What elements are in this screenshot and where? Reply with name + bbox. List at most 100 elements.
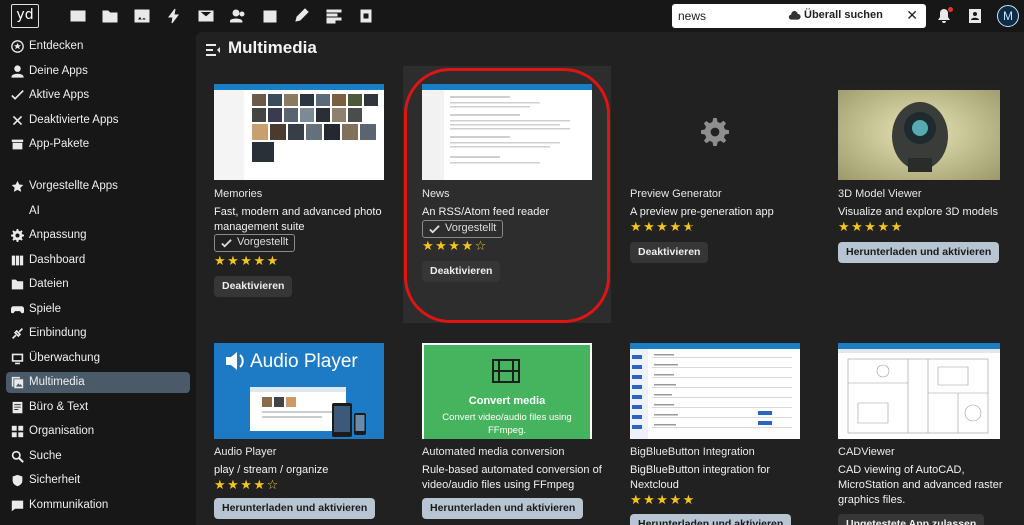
sidebar-item-label: Überwachung <box>29 352 100 364</box>
sidebar-item-label: Multimedia <box>29 376 85 388</box>
photos-icon[interactable] <box>134 8 150 24</box>
deactivate-button[interactable]: Deaktivieren <box>214 276 293 297</box>
sidebar-item-vorgestellte-apps[interactable]: Vorgestellte Apps <box>6 176 190 197</box>
star-icon <box>11 180 24 193</box>
sidebar-item-anpassung[interactable]: Anpassung <box>6 225 190 246</box>
app-card-audio-player[interactable]: Audio Player Audio Player play / stream … <box>214 343 410 525</box>
sidebar-item-kommunikation[interactable]: Kommunikation <box>6 495 190 516</box>
featured-badge: Vorgestellt <box>214 234 296 252</box>
sidebar-item-label: Entdecken <box>29 40 84 52</box>
sidebar-item-label: Organisation <box>29 425 95 437</box>
contacts-menu-icon[interactable] <box>967 8 983 24</box>
allow-untested-app-button[interactable]: Ungetestete App zulassen <box>838 514 985 525</box>
shield-icon <box>11 474 24 487</box>
sidebar-item-app-pakete[interactable]: App-Pakete <box>6 134 190 155</box>
package-icon <box>11 138 24 151</box>
download-enable-button[interactable]: Herunterladen und aktivieren <box>630 514 792 525</box>
sidebar-item-entdecken[interactable]: Entdecken <box>6 36 190 57</box>
app-screenshot: Convert media Convert video/audio files … <box>422 343 592 439</box>
sidebar-item-organisation[interactable]: Organisation <box>6 421 190 442</box>
rating-stars: ★★★★★ <box>838 219 904 234</box>
chat-icon <box>11 499 24 512</box>
featured-label: Vorgestellt <box>237 236 289 248</box>
sidebar-item-deine-apps[interactable]: Deine Apps <box>6 61 190 82</box>
search-global-button[interactable]: Überall suchen <box>788 9 883 21</box>
sidebar-item-deaktivierte-apps[interactable]: Deaktivierte Apps <box>6 110 190 131</box>
app-name: Automated media conversion <box>422 446 565 458</box>
app-card-preview-generator[interactable]: Preview Generator A preview pre-generati… <box>630 84 826 304</box>
avatar[interactable]: M <box>997 5 1019 27</box>
dashboard-icon <box>11 254 24 267</box>
search-box[interactable]: Überall suchen ✕ <box>672 4 926 28</box>
app-name: CADViewer <box>838 446 895 458</box>
app-card-automated-media-conversion[interactable]: Convert media Convert video/audio files … <box>422 343 618 525</box>
film-icon <box>492 359 520 383</box>
app-card-bigbluebutton[interactable]: BigBlueButton Integration BigBlueButton … <box>630 343 826 525</box>
app-screenshot <box>630 343 800 439</box>
sidebar-item-label: Anpassung <box>29 229 87 241</box>
app-name: Preview Generator <box>630 188 722 200</box>
sidebar-item-dateien[interactable]: Dateien <box>6 274 190 295</box>
sidebar-item-label: Spiele <box>29 303 61 315</box>
sidebar-item-multimedia[interactable]: Multimedia <box>6 372 190 393</box>
activity-icon[interactable] <box>166 8 182 24</box>
close-icon <box>11 114 24 127</box>
notes-icon[interactable] <box>294 8 310 24</box>
multimedia-icon <box>11 376 24 389</box>
app-description: A preview pre-generation app <box>630 206 774 218</box>
deactivate-button[interactable]: Deaktivieren <box>630 242 709 263</box>
sidebar-item-label: Suche <box>29 450 62 462</box>
sidebar-item-spiele[interactable]: Spiele <box>6 299 190 320</box>
logo[interactable]: yd <box>11 4 39 28</box>
rating-stars: ★★★★★☆ <box>630 219 694 234</box>
app-description: Rule-based automated conversion of video… <box>422 464 602 491</box>
sidebar-item-label: Aktive Apps <box>29 89 90 101</box>
sidebar-item-einbindung[interactable]: Einbindung <box>6 323 190 344</box>
files-icon[interactable] <box>102 8 118 24</box>
notifications-icon[interactable] <box>936 7 953 24</box>
dashboard-icon[interactable] <box>70 8 86 24</box>
app-card-cadviewer[interactable]: CADViewer CAD viewing of AutoCAD, MicroS… <box>838 343 1024 525</box>
sidebar-item-label: Deine Apps <box>29 65 88 77</box>
app-name: Memories <box>214 188 263 200</box>
search-input[interactable] <box>678 8 798 24</box>
sidebar-item-ueberwachung[interactable]: Überwachung <box>6 348 190 369</box>
menu-toggle-icon[interactable] <box>206 43 220 56</box>
app-screenshot <box>838 84 1000 180</box>
app-name: Audio Player <box>214 446 277 458</box>
folder-icon <box>11 278 24 291</box>
gear-icon <box>701 118 729 146</box>
sidebar-item-suche[interactable]: Suche <box>6 446 190 467</box>
check-icon <box>11 89 24 102</box>
app-name: 3D Model Viewer <box>838 188 922 200</box>
sidebar-item-aktive-apps[interactable]: Aktive Apps <box>6 85 190 106</box>
sidebar-item-label: Büro & Text <box>29 401 89 413</box>
app-screenshot: Audio Player <box>214 343 384 439</box>
download-enable-button[interactable]: Herunterladen und aktivieren <box>838 242 1000 263</box>
calendar-icon[interactable] <box>262 8 278 24</box>
close-icon[interactable]: ✕ <box>906 7 918 24</box>
sidebar-item-label: Dateien <box>29 278 69 290</box>
download-enable-button[interactable]: Herunterladen und aktivieren <box>214 498 376 519</box>
sidebar-item-label: Einbindung <box>29 327 87 339</box>
gamepad-icon <box>10 303 25 316</box>
app-description: Fast, modern and advanced photo manageme… <box>214 206 382 233</box>
app-description: Visualize and explore 3D models <box>838 206 998 218</box>
sidebar-item-label: Dashboard <box>29 254 86 266</box>
page-title: Multimedia <box>228 38 317 57</box>
sidebar-item-label: App-Pakete <box>29 138 90 150</box>
sidebar-item-buero-text[interactable]: Büro & Text <box>6 397 190 418</box>
app-screenshot <box>630 84 800 180</box>
organization-icon <box>11 425 24 438</box>
app-card-3d-model-viewer[interactable]: 3D Model Viewer Visualize and explore 3D… <box>838 84 1024 304</box>
contacts-icon[interactable] <box>229 8 246 24</box>
sidebar-item-ai[interactable]: AI <box>6 201 190 222</box>
deck-icon[interactable] <box>358 8 374 24</box>
app-card-memories[interactable]: Memories Fast, modern and advanced photo… <box>214 84 410 304</box>
main-content: Multimedia Memories Fast, modern and adv… <box>196 32 1024 525</box>
news-icon[interactable] <box>326 8 342 24</box>
download-enable-button[interactable]: Herunterladen und aktivieren <box>422 498 584 519</box>
mail-icon[interactable] <box>198 8 214 24</box>
sidebar-item-dashboard[interactable]: Dashboard <box>6 250 190 271</box>
sidebar-item-sicherheit[interactable]: Sicherheit <box>6 470 190 491</box>
